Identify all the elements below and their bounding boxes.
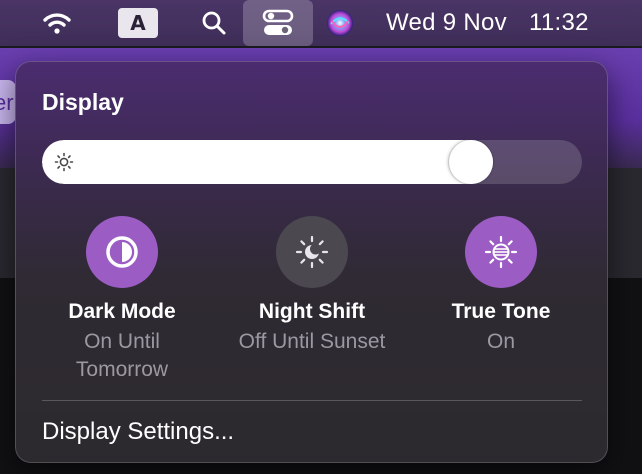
panel-title: Display [42, 89, 124, 115]
dark-mode-status-line1: On Until [84, 330, 160, 353]
wifi-icon[interactable] [38, 0, 76, 46]
dark-mode-button[interactable] [86, 216, 158, 288]
dark-mode-label: Dark Mode [68, 300, 176, 323]
night-shift-status-line1: Off Until Sunset [238, 330, 386, 353]
background-tab-label: er [0, 90, 14, 115]
display-panel: Display Dark Mode On Until Tomorrow Nigh… [15, 61, 608, 463]
night-shift-status: Off Until Sunset [217, 328, 407, 356]
true-tone-icon [484, 235, 518, 269]
menu-bar: A Wed 9 Nov 11:32 [0, 0, 642, 46]
brightness-slider-fill [42, 140, 493, 184]
background-tab: er [0, 80, 16, 124]
dark-mode-icon [106, 236, 138, 268]
menu-bar-date: Wed 9 Nov [386, 9, 507, 36]
night-shift-button[interactable] [276, 216, 348, 288]
true-tone-status: On [406, 328, 596, 356]
input-source-menu[interactable]: A [116, 0, 160, 46]
menu-bar-time: 11:32 [528, 9, 589, 36]
brightness-slider-knob[interactable] [449, 140, 493, 184]
true-tone-toggle[interactable]: True Tone On [406, 216, 596, 356]
search-icon[interactable] [196, 0, 232, 46]
input-source-label: A [118, 8, 158, 38]
night-shift-icon [295, 235, 329, 269]
true-tone-button[interactable] [465, 216, 537, 288]
true-tone-status-line1: On [486, 330, 515, 353]
true-tone-label: True Tone [451, 300, 551, 323]
menu-bar-clock[interactable]: Wed 9 Nov 11:32 [386, 0, 636, 46]
brightness-slider[interactable] [42, 140, 582, 184]
siri-icon[interactable] [322, 0, 358, 46]
dark-mode-status: On Until Tomorrow [27, 328, 217, 384]
panel-divider [42, 400, 582, 401]
dark-mode-toggle[interactable]: Dark Mode On Until Tomorrow [27, 216, 217, 384]
display-settings-link[interactable]: Display Settings... [42, 418, 234, 446]
brightness-icon [54, 152, 74, 172]
control-center-icon[interactable] [243, 0, 313, 46]
night-shift-label: Night Shift [258, 300, 366, 323]
night-shift-toggle[interactable]: Night Shift Off Until Sunset [217, 216, 407, 356]
dark-mode-status-line2: Tomorrow [75, 358, 169, 381]
